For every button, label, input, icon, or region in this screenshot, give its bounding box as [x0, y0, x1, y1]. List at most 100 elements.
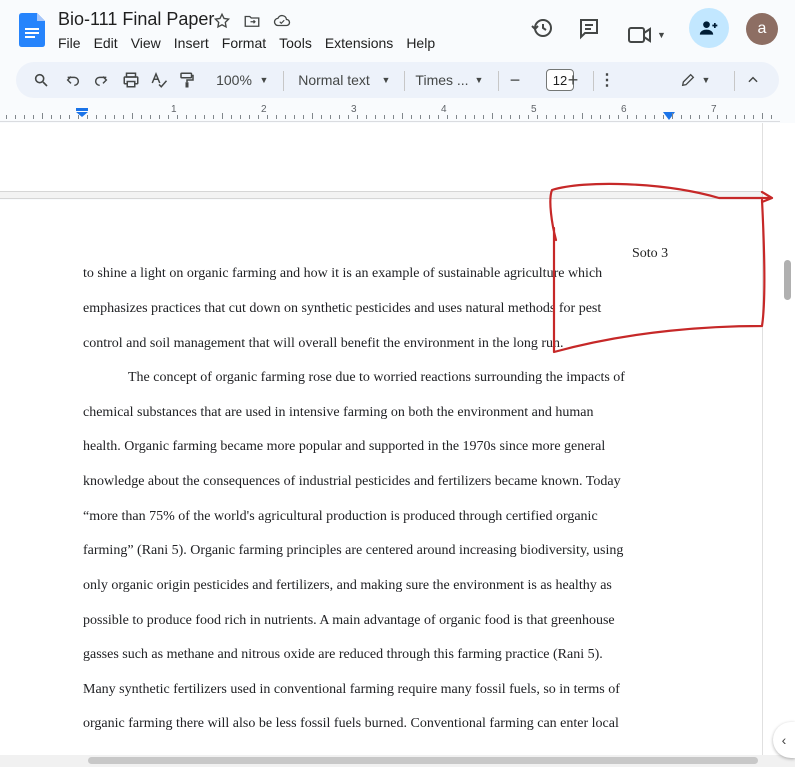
more-options-icon[interactable]: ⋮ [599, 68, 615, 92]
decrease-font-size-button[interactable]: − [507, 68, 523, 92]
body-text-line[interactable]: health. Organic farming became more popu… [83, 439, 605, 455]
ruler-tick [168, 115, 169, 119]
body-text-line[interactable]: knowledge about the consequences of indu… [83, 474, 621, 490]
chevron-down-icon[interactable]: ▼ [700, 68, 712, 92]
ruler-tick [6, 115, 7, 119]
ruler-tick [258, 115, 259, 119]
ruler-tick [51, 115, 52, 119]
toolbar: 100% ▼ Normal text ▼ Times ... ▼ − 12 + … [16, 62, 779, 98]
body-text-line[interactable]: chemical substances that are used in int… [83, 405, 593, 421]
share-button[interactable] [689, 8, 729, 48]
ruler-tick [249, 115, 250, 119]
ruler-tick [672, 113, 673, 119]
docs-logo-icon[interactable] [19, 13, 45, 47]
zoom-select[interactable]: 100% [212, 68, 256, 92]
ruler-tick [582, 113, 583, 119]
divider [498, 71, 499, 91]
ruler-tick [717, 115, 718, 119]
ruler-tick [222, 113, 223, 119]
version-history-icon[interactable] [530, 16, 554, 52]
search-icon[interactable] [30, 68, 52, 92]
ruler-tick [627, 115, 628, 119]
ruler-tick [708, 115, 709, 119]
body-text-line[interactable]: gasses such as methane and nitrous oxide… [83, 647, 603, 663]
menu-bar: File Edit View Insert Format Tools Exten… [58, 35, 448, 51]
avatar[interactable]: a [746, 13, 778, 45]
ruler-tick [438, 115, 439, 119]
undo-icon[interactable] [62, 68, 84, 92]
ruler-tick [141, 115, 142, 119]
star-icon[interactable] [211, 10, 233, 32]
move-folder-icon[interactable] [241, 10, 263, 32]
divider [404, 71, 405, 91]
ruler-tick [366, 115, 367, 119]
comments-icon[interactable] [577, 16, 601, 52]
chevron-down-icon[interactable]: ▼ [473, 68, 485, 92]
menu-view[interactable]: View [131, 35, 161, 51]
vertical-scrollbar-thumb[interactable] [784, 260, 791, 300]
ruler-tick [447, 115, 448, 119]
body-text-line[interactable]: only organic origin pesticides and ferti… [83, 578, 612, 594]
meet-icon[interactable]: ▼ [627, 17, 666, 53]
ruler-tick [573, 115, 574, 119]
style-select[interactable]: Normal text [296, 68, 372, 92]
body-text-line[interactable]: farming” (Rani 5). Organic farming princ… [83, 543, 623, 559]
body-text-line[interactable]: possible to produce food rich in nutrien… [83, 613, 615, 629]
add-person-icon [699, 21, 718, 35]
document-title[interactable]: Bio-111 Final Paper [58, 9, 214, 30]
ruler-label: 4 [441, 104, 447, 115]
ruler-tick [591, 115, 592, 119]
page-header[interactable]: Soto 3 [632, 246, 668, 262]
chevron-down-icon[interactable]: ▼ [380, 68, 392, 92]
body-text-line[interactable]: “more than 75% of the world's agricultur… [83, 509, 598, 525]
ruler-tick [78, 115, 79, 119]
collapse-menus-icon[interactable] [744, 68, 762, 92]
menu-help[interactable]: Help [406, 35, 435, 51]
chevron-down-icon[interactable]: ▼ [258, 68, 270, 92]
ruler-tick [177, 115, 178, 119]
body-text-line[interactable]: to shine a light on organic farming and … [83, 266, 602, 282]
menu-edit[interactable]: Edit [94, 35, 118, 51]
menu-insert[interactable]: Insert [174, 35, 209, 51]
ruler-tick [483, 115, 484, 119]
ruler-tick [753, 115, 754, 119]
document-page[interactable]: Soto 3 to shine a light on organic farmi… [0, 200, 762, 755]
horizontal-ruler[interactable]: 1 2 3 4 5 6 7 [0, 102, 780, 122]
ruler-tick [96, 115, 97, 119]
menu-file[interactable]: File [58, 35, 81, 51]
body-text-line[interactable]: Many synthetic fertilizers used in conve… [83, 682, 620, 698]
ruler-tick [87, 115, 88, 119]
vertical-scrollbar[interactable] [762, 123, 795, 755]
right-indent-marker-icon[interactable] [663, 112, 675, 120]
ruler-tick [618, 115, 619, 119]
ruler-tick [267, 115, 268, 119]
ruler-tick [690, 115, 691, 119]
body-text-line[interactable]: control and soil management that will ov… [83, 336, 564, 352]
body-text-line[interactable]: organic farming there will also be less … [83, 716, 619, 732]
menu-format[interactable]: Format [222, 35, 266, 51]
body-text-line[interactable]: The concept of organic farming rose due … [128, 370, 625, 386]
ruler-tick [465, 115, 466, 119]
menu-tools[interactable]: Tools [279, 35, 312, 51]
ruler-tick [105, 115, 106, 119]
menu-extensions[interactable]: Extensions [325, 35, 393, 51]
body-text-line[interactable]: emphasizes practices that cut down on sy… [83, 301, 601, 317]
horizontal-scrollbar-thumb[interactable] [88, 757, 758, 764]
font-select[interactable]: Times ... [412, 68, 472, 92]
cloud-saved-icon[interactable] [271, 10, 293, 32]
editing-mode-pencil-icon[interactable] [678, 68, 698, 92]
ruler-label: 5 [531, 104, 537, 115]
chevron-left-icon: ‹ [781, 732, 787, 748]
print-icon[interactable] [120, 68, 142, 92]
ruler-tick [123, 115, 124, 119]
ruler-label: 2 [261, 104, 267, 115]
ruler-tick [150, 115, 151, 119]
horizontal-scrollbar[interactable] [0, 755, 795, 767]
ruler-label: 3 [351, 104, 357, 115]
increase-font-size-button[interactable]: + [565, 68, 581, 92]
ruler-tick [537, 115, 538, 119]
spellcheck-icon[interactable] [148, 68, 170, 92]
paint-format-icon[interactable] [176, 68, 198, 92]
ruler-tick [510, 115, 511, 119]
redo-icon[interactable] [90, 68, 112, 92]
